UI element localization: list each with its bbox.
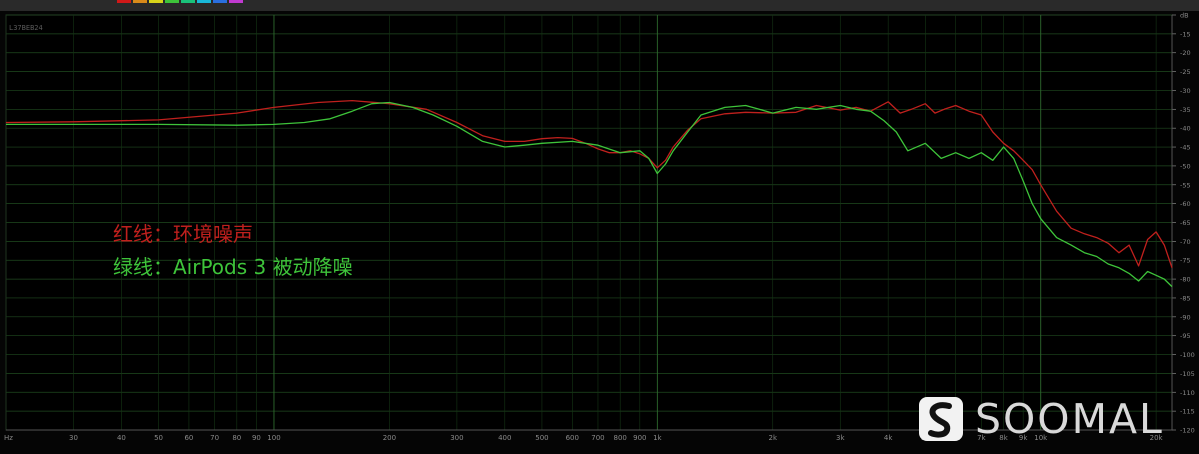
soomal-s-logo-icon	[919, 397, 963, 441]
trace-color-swatch[interactable]	[229, 0, 243, 3]
x-tick-label: 30	[69, 434, 78, 442]
x-tick-label: 300	[450, 434, 463, 442]
x-tick-label: 40	[117, 434, 126, 442]
y-tick-label: -105	[1180, 370, 1195, 378]
x-tick-label: Hz	[4, 434, 13, 442]
legend-red-line: 红线：环境噪声	[113, 222, 253, 246]
x-tick-label: 800	[614, 434, 627, 442]
watermark: SOOMAL	[919, 394, 1164, 444]
trace-color-swatch[interactable]	[213, 0, 227, 3]
watermark-text: SOOMAL	[975, 395, 1164, 443]
x-tick-label: 90	[252, 434, 261, 442]
trace-color-swatch[interactable]	[149, 0, 163, 3]
y-tick-label: -65	[1180, 219, 1191, 227]
y-tick-label: -70	[1180, 238, 1191, 246]
toolbar-strip	[0, 0, 1199, 11]
y-tick-label: -110	[1180, 389, 1195, 397]
y-tick-label: -85	[1180, 294, 1191, 302]
y-tick-label: -90	[1180, 313, 1191, 321]
x-tick-label: 400	[498, 434, 511, 442]
y-tick-label: -30	[1180, 87, 1191, 95]
x-tick-label: 3k	[836, 434, 845, 442]
x-tick-label: 2k	[768, 434, 777, 442]
frequency-response-chart: dB -15 -20 -25 -30 -35 -40 -45 -50 -55 -60 -65 -70 -7…	[0, 11, 1199, 454]
x-tick-label: 100	[267, 434, 280, 442]
x-tick-label: 4k	[884, 434, 893, 442]
corner-label: L37BEB24	[9, 24, 43, 32]
y-tick-label: -35	[1180, 106, 1191, 114]
y-tick-label: -55	[1180, 181, 1191, 189]
x-tick-label: 1k	[653, 434, 662, 442]
x-tick-label: 900	[633, 434, 646, 442]
y-tick-label: -115	[1180, 408, 1195, 416]
trace-color-swatch[interactable]	[117, 0, 131, 3]
x-tick-label: 200	[383, 434, 396, 442]
y-tick-label: -75	[1180, 257, 1191, 265]
y-tick-label: dB	[1180, 12, 1189, 20]
y-tick-label: -95	[1180, 332, 1191, 340]
trace-color-swatch[interactable]	[165, 0, 179, 3]
x-tick-label: 600	[566, 434, 579, 442]
y-tick-label: -40	[1180, 125, 1191, 133]
x-tick-label: 700	[591, 434, 604, 442]
x-tick-label: 60	[184, 434, 193, 442]
y-tick-label: -25	[1180, 68, 1191, 76]
x-tick-label: 70	[210, 434, 219, 442]
x-tick-label: 50	[154, 434, 163, 442]
trace-color-swatch[interactable]	[133, 0, 147, 3]
y-tick-label: -120	[1180, 427, 1195, 435]
trace-color-swatch[interactable]	[181, 0, 195, 3]
y-tick-label: -45	[1180, 144, 1191, 152]
y-tick-label: -15	[1180, 30, 1191, 38]
legend-green-line: 绿线：AirPods 3 被动降噪	[113, 255, 353, 279]
y-tick-label: -60	[1180, 200, 1191, 208]
trace-color-swatch[interactable]	[197, 0, 211, 3]
y-tick-label: -20	[1180, 49, 1191, 57]
y-tick-label: -100	[1180, 351, 1195, 359]
x-tick-label: 80	[232, 434, 241, 442]
x-tick-label: 500	[535, 434, 548, 442]
y-tick-label: -50	[1180, 162, 1191, 170]
y-tick-label: -80	[1180, 276, 1191, 284]
